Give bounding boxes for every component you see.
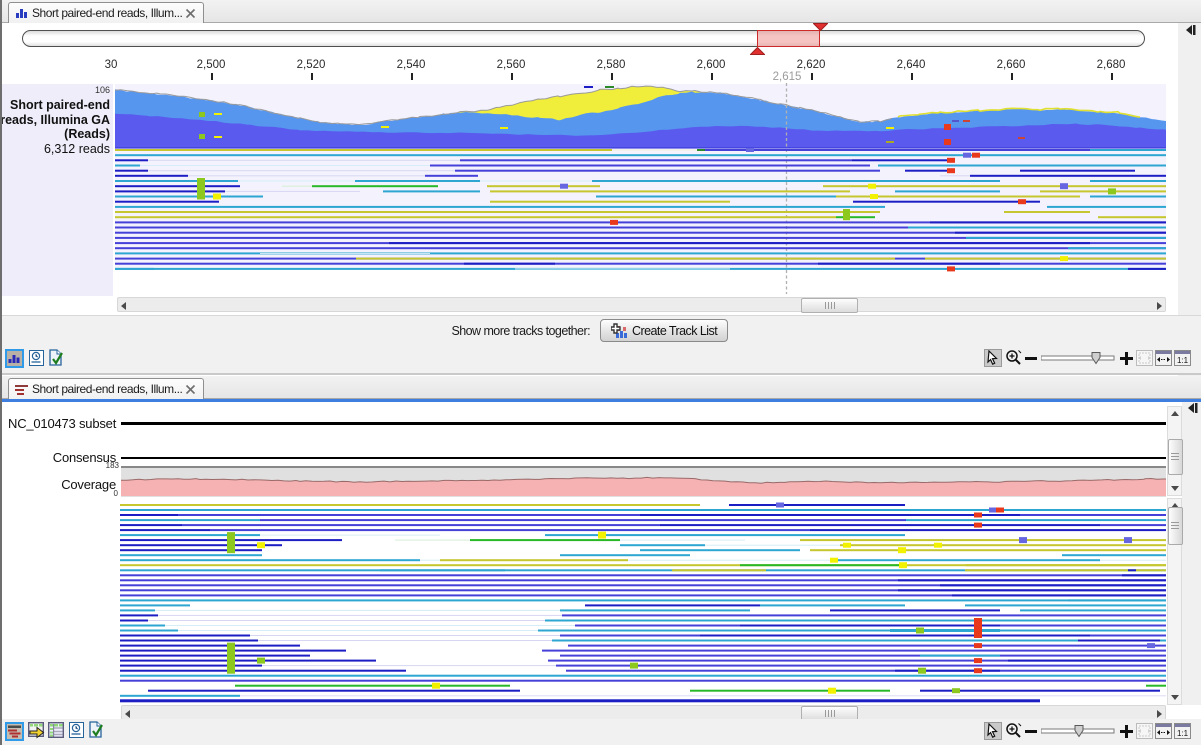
svg-text:1:1: 1:1 — [1177, 356, 1189, 365]
svg-text:1:1: 1:1 — [1177, 729, 1189, 738]
